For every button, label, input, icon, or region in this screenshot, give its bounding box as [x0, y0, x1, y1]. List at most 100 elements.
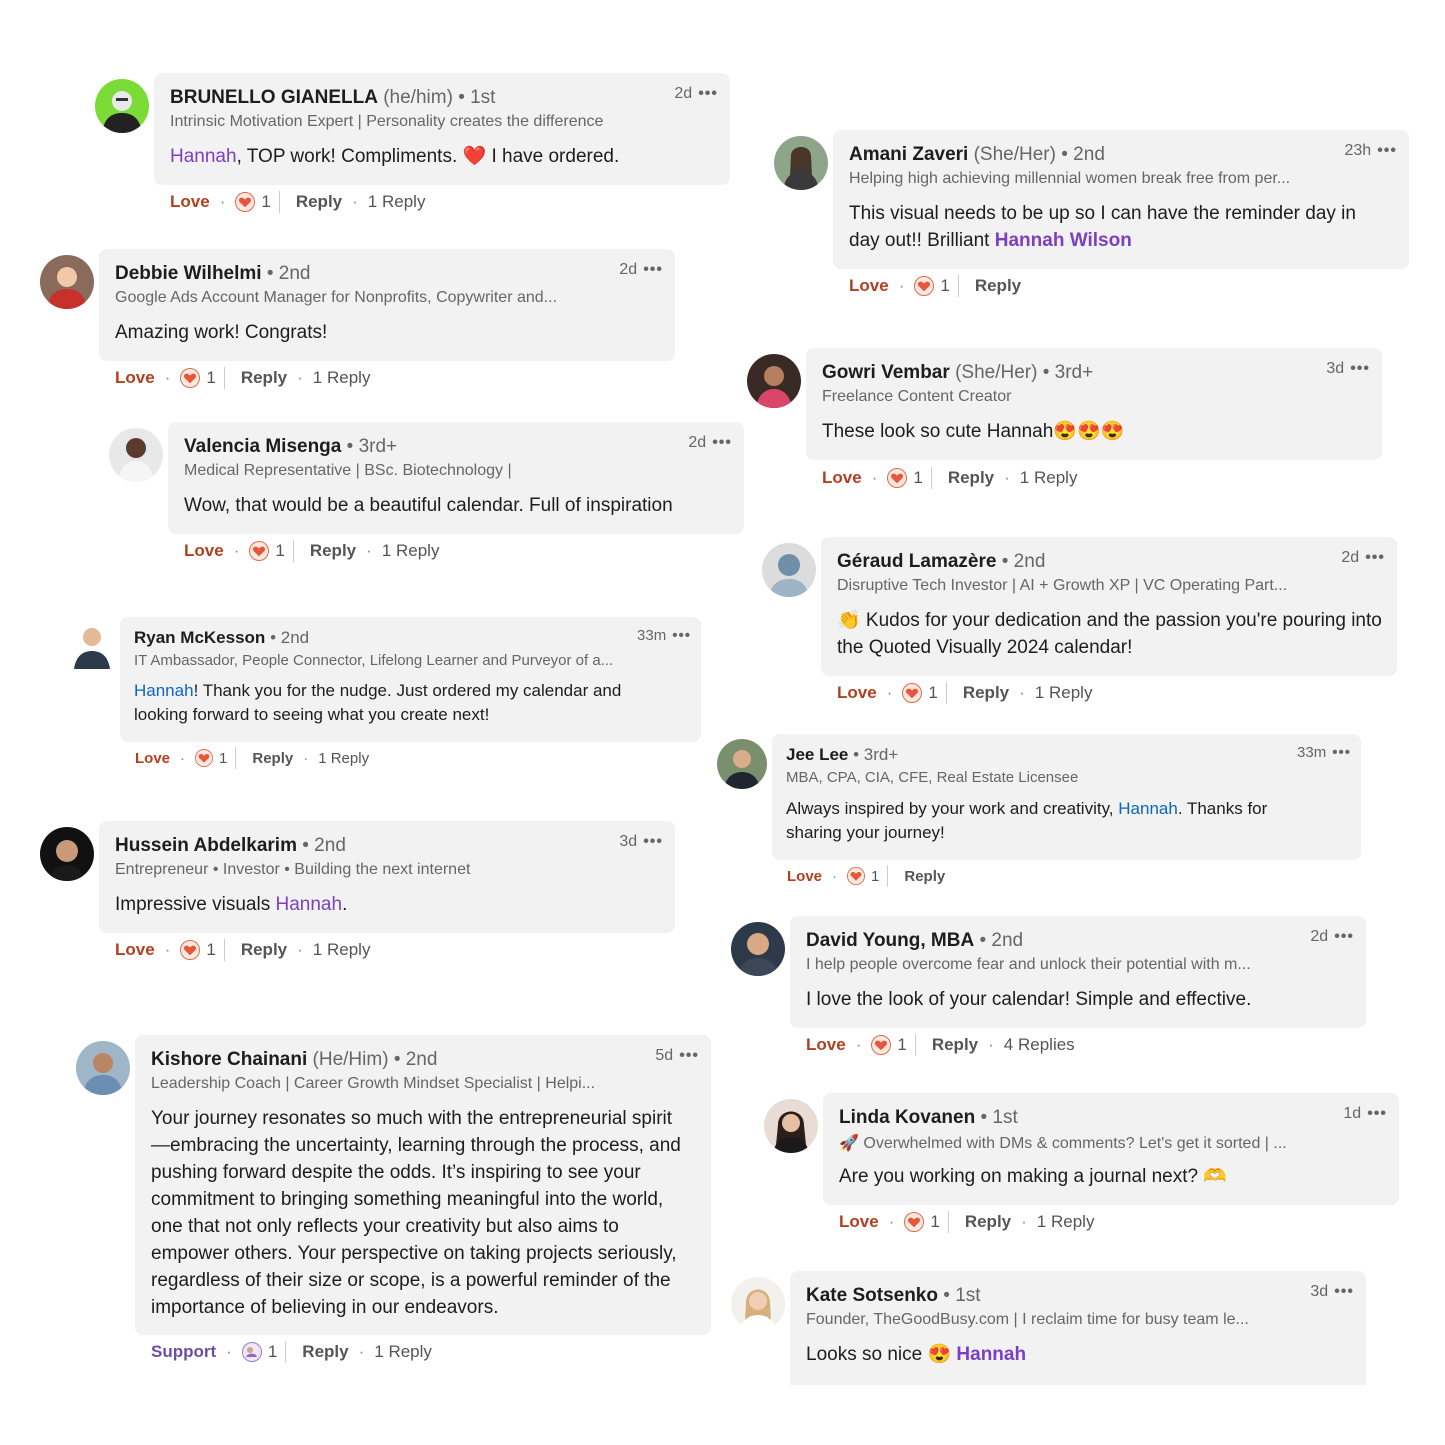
- replies-link[interactable]: 1 Reply: [368, 192, 426, 212]
- avatar[interactable]: [774, 136, 828, 190]
- reply-button[interactable]: Reply: [296, 192, 342, 212]
- reaction-count[interactable]: 1: [940, 276, 949, 296]
- commenter-name[interactable]: Amani Zaveri: [849, 144, 968, 165]
- replies-link[interactable]: 1 Reply: [313, 368, 371, 388]
- avatar[interactable]: [76, 1041, 130, 1095]
- pronouns: (She/Her): [973, 144, 1056, 165]
- replies-link[interactable]: 4 Replies: [1004, 1035, 1075, 1055]
- love-reaction-button[interactable]: Love: [806, 1035, 846, 1055]
- more-options-icon[interactable]: •••: [1334, 1283, 1354, 1300]
- reply-button[interactable]: Reply: [241, 940, 287, 960]
- avatar[interactable]: [717, 739, 767, 789]
- reaction-count[interactable]: 1: [275, 541, 284, 561]
- mention-link[interactable]: Hannah: [1118, 799, 1178, 818]
- more-options-icon[interactable]: •••: [643, 261, 663, 278]
- commenter-name[interactable]: Ryan McKesson: [134, 628, 265, 647]
- reaction-count[interactable]: 1: [206, 940, 215, 960]
- love-reaction-button[interactable]: Love: [115, 940, 155, 960]
- reaction-count[interactable]: 1: [219, 750, 227, 767]
- love-reaction-button[interactable]: Love: [849, 276, 889, 296]
- more-options-icon[interactable]: •••: [712, 434, 732, 451]
- replies-link[interactable]: 1 Reply: [1020, 468, 1078, 488]
- commenter-name[interactable]: Géraud Lamazère: [837, 551, 996, 572]
- timestamp: 3d •••: [1310, 1283, 1354, 1300]
- reaction-count[interactable]: 1: [930, 1212, 939, 1232]
- comment-bubble: David Young, MBA • 2nd I help people ove…: [790, 916, 1366, 1028]
- comment-text: Amazing work! Congrats!: [115, 322, 328, 343]
- reaction-count[interactable]: 1: [268, 1342, 277, 1362]
- commenter-name[interactable]: Hussein Abdelkarim: [115, 835, 297, 856]
- reply-button[interactable]: Reply: [975, 276, 1021, 296]
- replies-link[interactable]: 1 Reply: [1037, 1212, 1095, 1232]
- more-options-icon[interactable]: •••: [1367, 1105, 1387, 1122]
- replies-link[interactable]: 1 Reply: [318, 750, 369, 767]
- reply-button[interactable]: Reply: [965, 1212, 1011, 1232]
- commenter-name[interactable]: Valencia Misenga: [184, 436, 341, 457]
- support-reaction-button[interactable]: Support: [151, 1342, 216, 1362]
- avatar[interactable]: [747, 354, 801, 408]
- reply-button[interactable]: Reply: [252, 750, 293, 767]
- avatar[interactable]: [40, 255, 94, 309]
- more-options-icon[interactable]: •••: [1332, 744, 1351, 761]
- mention-link[interactable]: Hannah Wilson: [995, 230, 1132, 251]
- more-options-icon[interactable]: •••: [643, 833, 663, 850]
- reply-button[interactable]: Reply: [241, 368, 287, 388]
- connection-degree: • 2nd: [1061, 144, 1105, 165]
- commenter-name[interactable]: Gowri Vembar: [822, 362, 950, 383]
- reply-button[interactable]: Reply: [948, 468, 994, 488]
- reply-button[interactable]: Reply: [932, 1035, 978, 1055]
- love-reaction-button[interactable]: Love: [115, 368, 155, 388]
- love-reaction-button[interactable]: Love: [170, 192, 210, 212]
- reply-button[interactable]: Reply: [904, 868, 945, 885]
- reply-button[interactable]: Reply: [310, 541, 356, 561]
- headline: MBA, CPA, CIA, CFE, Real Estate Licensee: [786, 769, 1079, 786]
- reply-button[interactable]: Reply: [302, 1342, 348, 1362]
- love-reaction-button[interactable]: Love: [837, 683, 877, 703]
- mention-link[interactable]: Hannah: [956, 1344, 1026, 1365]
- avatar[interactable]: [40, 827, 94, 881]
- avatar[interactable]: [95, 79, 149, 133]
- love-reaction-button[interactable]: Love: [135, 750, 170, 767]
- replies-link[interactable]: 1 Reply: [382, 541, 440, 561]
- love-reaction-button[interactable]: Love: [839, 1212, 879, 1232]
- love-reaction-button[interactable]: Love: [822, 468, 862, 488]
- more-options-icon[interactable]: •••: [1377, 142, 1397, 159]
- reply-button[interactable]: Reply: [963, 683, 1009, 703]
- more-options-icon[interactable]: •••: [679, 1047, 699, 1064]
- avatar[interactable]: [109, 428, 163, 482]
- avatar[interactable]: [731, 922, 785, 976]
- mention-link[interactable]: Hannah: [276, 894, 343, 915]
- commenter-name[interactable]: Kate Sotsenko: [806, 1285, 938, 1306]
- replies-link[interactable]: 1 Reply: [1035, 683, 1093, 703]
- more-options-icon[interactable]: •••: [1334, 928, 1354, 945]
- timestamp: 2d •••: [619, 261, 663, 278]
- mention-link[interactable]: Hannah: [170, 146, 237, 167]
- love-reaction-button[interactable]: Love: [787, 868, 822, 885]
- avatar[interactable]: [731, 1277, 785, 1331]
- replies-link[interactable]: 1 Reply: [374, 1342, 432, 1362]
- reaction-count[interactable]: 1: [913, 468, 922, 488]
- reaction-count[interactable]: 1: [206, 368, 215, 388]
- commenter-name[interactable]: Linda Kovanen: [839, 1107, 975, 1128]
- commenter-name[interactable]: Kishore Chainani: [151, 1049, 307, 1070]
- mention-link[interactable]: Hannah: [134, 681, 194, 700]
- more-options-icon[interactable]: •••: [672, 627, 691, 644]
- headline: Disruptive Tech Investor | AI + Growth X…: [837, 577, 1288, 594]
- avatar[interactable]: [762, 543, 816, 597]
- reaction-count[interactable]: 1: [897, 1035, 906, 1055]
- reaction-count[interactable]: 1: [928, 683, 937, 703]
- more-options-icon[interactable]: •••: [1365, 549, 1385, 566]
- love-reaction-button[interactable]: Love: [184, 541, 224, 561]
- commenter-name[interactable]: BRUNELLO GIANELLA: [170, 87, 378, 108]
- more-options-icon[interactable]: •••: [698, 85, 718, 102]
- avatar[interactable]: [764, 1099, 818, 1153]
- replies-link[interactable]: 1 Reply: [313, 940, 371, 960]
- more-options-icon[interactable]: •••: [1350, 360, 1370, 377]
- avatar[interactable]: [70, 621, 114, 669]
- reaction-count[interactable]: 1: [261, 192, 270, 212]
- commenter-name[interactable]: David Young, MBA: [806, 930, 974, 951]
- reaction-count[interactable]: 1: [871, 868, 879, 885]
- timestamp: 2d •••: [1341, 549, 1385, 566]
- commenter-name[interactable]: Jee Lee: [786, 745, 848, 764]
- commenter-name[interactable]: Debbie Wilhelmi: [115, 263, 262, 284]
